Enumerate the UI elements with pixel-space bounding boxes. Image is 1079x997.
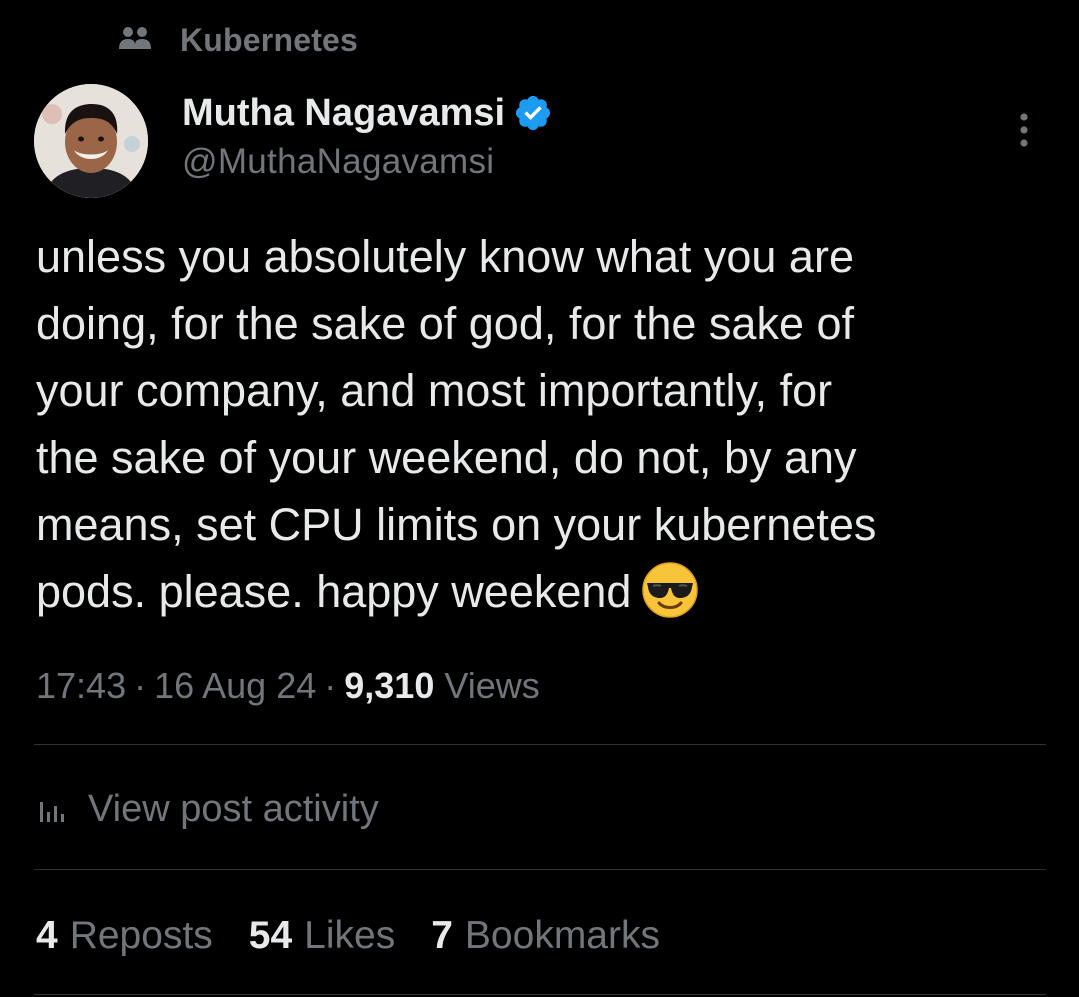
- author-name[interactable]: Mutha Nagavamsi: [182, 92, 505, 135]
- tweet-date[interactable]: 16 Aug 24: [154, 665, 316, 707]
- bar-chart-icon: [36, 792, 70, 826]
- community-context[interactable]: Kubernetes: [118, 20, 358, 60]
- more-options-button[interactable]: [1006, 108, 1042, 152]
- tweet-time[interactable]: 17:43: [36, 665, 126, 707]
- bookmarks-label: Bookmarks: [464, 914, 660, 957]
- tweet-line: the sake of your weekend, do not, by any: [36, 432, 857, 483]
- tweet-line: means, set CPU limits on your kubernetes: [36, 499, 877, 550]
- reposts-stat[interactable]: 4 Reposts: [36, 914, 213, 958]
- bookmarks-stat[interactable]: 7 Bookmarks: [431, 914, 660, 958]
- author-handle[interactable]: @MuthaNagavamsi: [182, 142, 553, 182]
- more-vertical-icon: [1020, 113, 1028, 147]
- divider: [34, 994, 1046, 995]
- likes-stat[interactable]: 54 Likes: [249, 914, 395, 958]
- tweet-line-last: pods. please. happy weekend: [36, 558, 1026, 625]
- meta-separator: ·: [324, 665, 337, 706]
- avatar-image: [34, 84, 148, 198]
- likes-label: Likes: [304, 914, 396, 957]
- tweet-text: unless you absolutely know what you are …: [36, 223, 1026, 625]
- reposts-count: 4: [36, 914, 58, 957]
- tweet-line-text: pods. please. happy weekend: [36, 566, 632, 617]
- community-name[interactable]: Kubernetes: [180, 22, 358, 59]
- tweet-meta: 17:43 · 16 Aug 24 · 9,310 Views: [36, 662, 540, 710]
- divider: [34, 744, 1046, 745]
- tweet-line: doing, for the sake of god, for the sake…: [36, 298, 855, 349]
- reposts-label: Reposts: [69, 914, 213, 957]
- divider: [34, 869, 1046, 870]
- community-people-icon: [118, 25, 152, 55]
- verified-badge-icon[interactable]: [513, 93, 553, 133]
- meta-separator: ·: [134, 665, 147, 706]
- views-count: 9,310: [344, 665, 435, 706]
- view-post-activity-button[interactable]: View post activity: [36, 784, 379, 834]
- tweet-line: unless you absolutely know what you are: [36, 231, 854, 282]
- bookmarks-count: 7: [431, 914, 453, 957]
- engagement-stats: 4 Reposts 54 Likes 7 Bookmarks: [36, 910, 696, 962]
- avatar[interactable]: [34, 84, 148, 198]
- author-block[interactable]: Mutha Nagavamsi @MuthaNagavamsi: [182, 88, 553, 182]
- sunglasses-emoji-icon: [641, 561, 699, 619]
- view-post-activity-label[interactable]: View post activity: [88, 788, 379, 831]
- likes-count: 54: [248, 914, 293, 957]
- views-label: Views: [444, 665, 540, 706]
- tweet-line: your company, and most importantly, for: [36, 365, 833, 416]
